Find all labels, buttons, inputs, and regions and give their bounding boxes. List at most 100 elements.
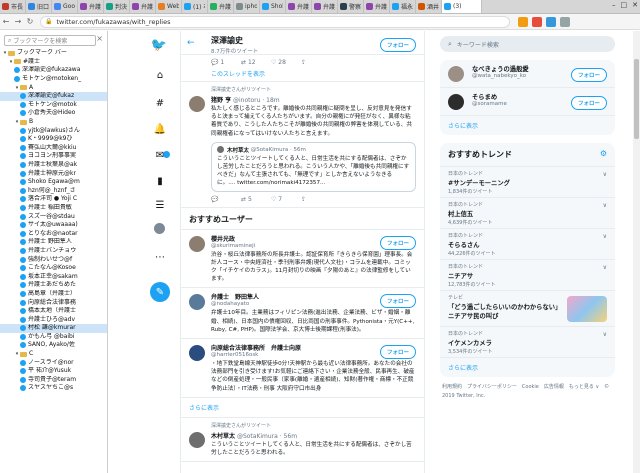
bookmark-folder[interactable]: ▾ C [0,350,107,359]
maximize-icon[interactable]: □ [621,1,628,9]
suggested-user[interactable]: なべきょうの過般愛 @wata_nabekyo_ko フォロー [440,60,615,88]
chevron-down-icon[interactable]: ∨ [603,233,607,240]
like-icon[interactable]: ♡ 28 [271,59,297,66]
show-more-link[interactable]: さらに表示 [189,405,219,412]
bookmark-folder[interactable]: ▾ ブックマーク バー [0,49,107,58]
bookmark-item[interactable]: 寺司貴子@teram [0,376,107,385]
avatar[interactable] [189,294,205,311]
bookmark-item[interactable]: 弁護士秋葉泉@ak [0,161,107,170]
trend-item[interactable]: 日本のトレンド #サンデーモーニング 1,834件のツイート ∨ [440,167,615,198]
bookmark-item[interactable]: 向原総合法律事務 [0,298,107,307]
bookmark-folder[interactable]: ▾ A [0,83,107,92]
page-scrollbar[interactable] [633,31,640,473]
close-window-icon[interactable]: ✕ [632,1,638,9]
browser-tab[interactable]: 福永 [390,0,416,13]
bookmark-item[interactable]: スヤスヤちこ@s [0,384,107,393]
url-input[interactable]: 🔒 twitter.com/fukazawas/with_replies [40,15,510,28]
bookmark-item[interactable]: 平 祐介@Yusuk [0,367,107,376]
follow-button[interactable]: フォロー [379,235,416,250]
bookmark-folder[interactable]: ▾ B [0,118,107,127]
bookmark-item[interactable]: K・9999@k9ひ [0,135,107,144]
bell-icon[interactable]: 🔔 [154,123,166,135]
bookmark-item[interactable]: とりなお@naotar [0,229,107,238]
show-more-trends-link[interactable]: さらに表示 [440,358,615,377]
tweet-author[interactable]: 木村草太 [211,433,235,440]
browser-tab[interactable]: Googl [52,0,78,13]
hashtag-icon[interactable]: # [154,97,166,109]
trend-item[interactable]: 日本のトレンド ニチアサ 12,783件のツイート ∨ [440,260,615,291]
extension-icon[interactable] [532,16,542,27]
mail-icon[interactable]: ✉ [154,149,166,161]
reload-icon[interactable]: ↻ [24,17,36,26]
avatar[interactable] [189,345,205,362]
browser-tab[interactable]: 市長の [0,0,26,13]
bookmark-item[interactable]: 弁護士神原元@kr [0,169,107,178]
bookmark-folder[interactable]: ▾ #護士 [0,58,107,67]
browser-tab[interactable]: (1) 非 [182,0,208,13]
bookmark-item[interactable]: 弁護士あだちめた [0,281,107,290]
browser-tab[interactable]: 酒井 [416,0,442,13]
bookmark-item[interactable]: 深澤諭史@fukaz [0,91,107,101]
trend-thumbnail[interactable] [567,296,607,322]
avatar[interactable] [189,235,205,252]
avatar[interactable] [189,431,205,448]
follow-button[interactable]: フォロー [570,68,607,82]
follow-button[interactable]: フォロー [379,294,416,309]
recommended-user[interactable]: 櫻井光政 @skurimamineji フォロー 渋谷・桜丘法律事務所の所長弁護… [181,230,424,289]
bookmark-item[interactable]: 弁護士バンチョウ [0,247,107,256]
browser-tab[interactable]: 弁護 [364,0,390,13]
avatar[interactable] [448,94,464,110]
profile-avatar[interactable] [154,223,165,234]
back-arrow-icon[interactable]: ← [187,38,195,48]
trend-item[interactable]: 日本のトレンド そらるさん 44,226件のツイート ∨ [440,229,615,260]
reply-icon[interactable]: 💬 1 [211,59,237,66]
trend-item[interactable]: 日本のトレンド 村上信五 4,639件のツイート ∨ [440,198,615,229]
reply-icon[interactable]: 💬 [211,196,237,203]
bookmark-item[interactable]: 弁護士 稲田貴敏 [0,204,107,213]
bookmark-item[interactable]: サイ太@uwaaaa) [0,221,107,230]
avatar[interactable] [189,96,205,112]
bookmark-item[interactable]: ノースライ@nor [0,358,107,367]
bookmark-item[interactable]: 弁護士 野田隼人 [0,238,107,247]
bookmark-icon[interactable]: ▮ [154,175,166,187]
minimize-icon[interactable]: – [612,1,616,9]
follow-button[interactable]: フォロー [379,345,416,360]
browser-tab[interactable]: 弁護士 [208,0,234,13]
bookmark-item[interactable]: 村松 謙@kmurar [0,324,107,333]
bookmark-item[interactable]: 深澤諭史@fukazawa [0,66,107,75]
tweet-author[interactable]: 猪野 亨 [211,97,231,104]
share-icon[interactable]: ⇪ [301,59,327,66]
browser-tab[interactable]: WebL [156,0,182,13]
chevron-down-icon[interactable]: ∨ [603,171,607,178]
show-thread-link[interactable]: このスレッドを表示 [211,71,265,78]
browser-tab[interactable]: 弁護 [78,0,104,13]
follow-button[interactable]: フォロー [379,38,416,52]
bookmark-item[interactable]: Shoko Egawa@m [0,178,107,187]
tweet[interactable]: 深澤諭史さんがリツイート 猪野 亨 @inotoru · 18m 私たしく感じる… [181,82,424,208]
bookmark-search-input[interactable]: ⌕ ブックマークを検索 [4,35,96,46]
browser-tab[interactable]: (3) [442,0,482,13]
bookmark-item[interactable]: 落合洋司 ● Yoji C [0,195,107,204]
bookmark-item[interactable]: yjtk@lawkus)さん [0,126,107,135]
recommended-user[interactable]: 弁護士 野田隼人 @nodahayato フォロー 弁護士10年目。主業務はフィ… [181,288,424,340]
retweet-icon[interactable]: ⇄ 12 [241,59,267,66]
menu-icon[interactable] [560,16,570,27]
browser-tab[interactable]: 弁護 [312,0,338,13]
forward-icon[interactable]: → [12,17,24,26]
trend-item[interactable]: テレビ 「どう過ごしたらいいのかわからない」ニチアサ民の叫び [440,291,615,327]
bookmark-item[interactable]: 小倉秀夫@Hideo [0,109,107,118]
bookmark-item[interactable]: hzn何@_hznf_さ [0,187,107,196]
browser-tab[interactable]: Shok [260,0,286,13]
browser-tab[interactable]: 警察 [338,0,364,13]
bookmark-item[interactable]: 坂本正幸@sakam [0,272,107,281]
suggested-user[interactable]: そらまめ @soramame フォロー [440,88,615,116]
compose-tweet-button[interactable]: ✎ [150,282,170,302]
recommended-user[interactable]: 向原総合法律事務所 弁護士向原 @harrier0516osk フォロー ・地下… [181,339,424,398]
bookmark-item[interactable]: 高島章（弁護士） [0,290,107,299]
scrollbar-thumb[interactable] [634,59,639,139]
twitter-search-input[interactable]: ⌕ キーワード検索 [440,36,615,52]
bookmark-item[interactable]: ヨコヨン刑事事実 [0,152,107,161]
bookmark-item[interactable]: SANO, Ayako/佐 [0,341,107,350]
extension-icon[interactable] [518,16,528,27]
back-icon[interactable]: ← [0,17,12,26]
